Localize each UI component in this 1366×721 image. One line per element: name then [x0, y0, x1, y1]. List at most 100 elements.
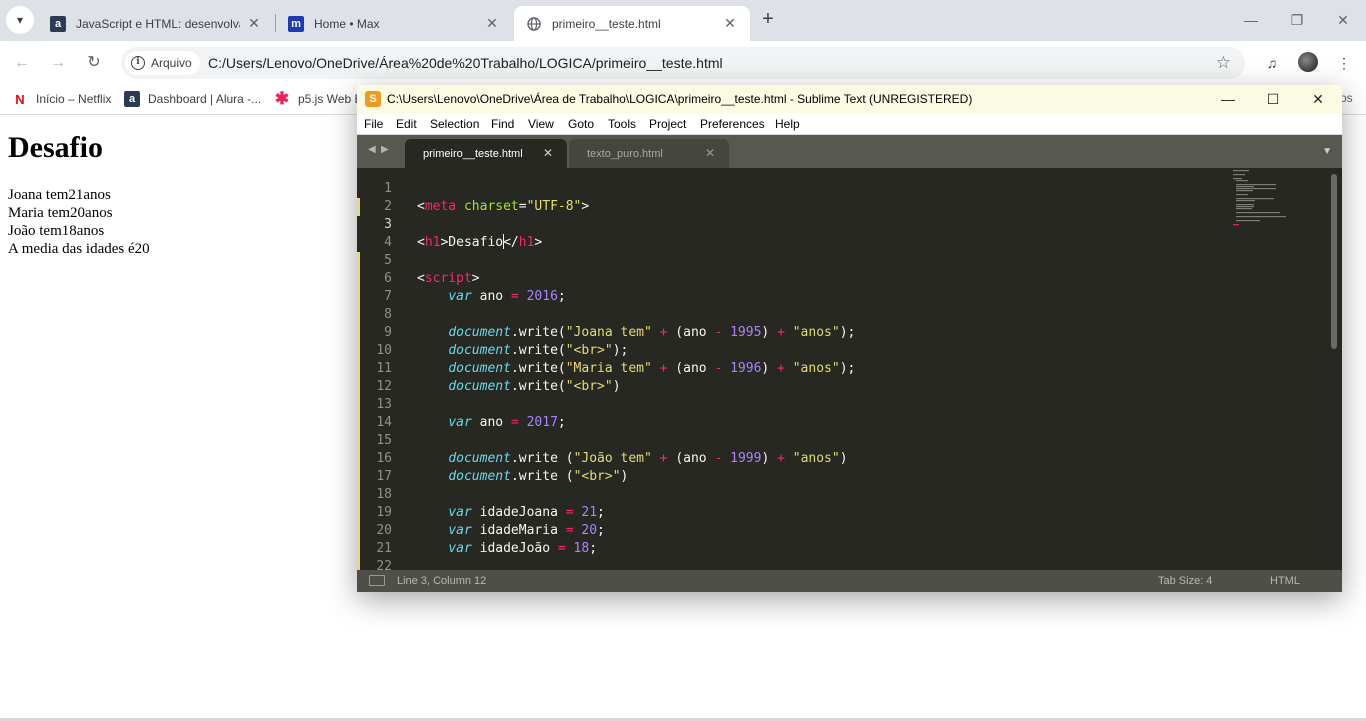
bookmark-p5js[interactable]: ✱ p5.js Web E [274, 89, 363, 108]
code-line: 11 document.write("<br>") [357, 342, 1227, 394]
page-heading: Desafio [8, 131, 103, 164]
alura-icon: a [124, 91, 140, 107]
globe-icon [526, 16, 542, 32]
code-line: 7 [357, 270, 1227, 304]
syntax-indicator[interactable]: HTML [1270, 575, 1300, 587]
code-line: 15 document.write ("João tem" + (ano - 1… [357, 414, 1227, 466]
max-favicon-icon: m [288, 15, 304, 32]
tab-title: JavaScript e HTML: desenvolva [76, 16, 240, 31]
close-tab-icon[interactable]: ✕ [705, 146, 715, 160]
code-line: 23 [357, 558, 1227, 570]
close-window-icon[interactable]: ✕ [1308, 89, 1328, 109]
output-line: Maria tem20anos [8, 205, 113, 221]
sublime-tab-bar: ◀ ▶ primeiro__teste.html ✕ texto_puro.ht… [357, 135, 1342, 168]
code-line: 1 <meta charset="UTF-8"> [357, 168, 1227, 214]
info-icon: i [131, 56, 145, 70]
tab-size-indicator[interactable]: Tab Size: 4 [1158, 575, 1212, 587]
code-line: 5 <script> [357, 234, 1227, 286]
code-line: 20 var idadeJoão = 18; [357, 504, 1227, 556]
site-info-chip[interactable]: i Arquivo [125, 51, 200, 75]
chevron-down-icon: ▾ [16, 13, 24, 27]
code-line: 9 document.write("<br>"); [357, 306, 1227, 358]
window-title: C:\Users\Lenovo\OneDrive\Área de Trabalh… [387, 92, 973, 106]
tab-title: Home • Max [314, 16, 380, 31]
p5js-asterisk-icon: ✱ [274, 89, 290, 108]
code-line: 19 var idadeMaria = 20; [357, 486, 1227, 538]
tab-home-max[interactable]: m Home • Max ✕ [276, 6, 512, 41]
minimize-window-icon[interactable]: — [1236, 8, 1266, 32]
menu-selection[interactable]: Selection [430, 117, 479, 131]
close-tab-icon[interactable]: ✕ [484, 15, 500, 32]
menu-kebab-icon[interactable]: ⋮ [1334, 53, 1354, 73]
forward-arrow-icon[interactable]: → [46, 51, 70, 75]
bookmark-netflix[interactable]: N Início – Netflix [12, 91, 111, 107]
address-bar[interactable]: i Arquivo C:/Users/Lenovo/OneDrive/Área%… [121, 47, 1245, 79]
tab-scroll-left-icon[interactable]: ◀ [368, 144, 376, 155]
profile-avatar[interactable] [1298, 52, 1318, 72]
menu-edit[interactable]: Edit [396, 117, 417, 131]
media-control-icon[interactable]: ♫ [1262, 53, 1282, 73]
close-tab-icon[interactable]: ✕ [543, 146, 553, 160]
menu-help[interactable]: Help [775, 117, 800, 131]
code-line: 6 var ano = 2016; [357, 252, 1227, 304]
tab-list-dropdown-icon[interactable]: ▼ [1322, 146, 1332, 157]
minimap[interactable] [1231, 168, 1331, 248]
restore-window-icon[interactable]: ❐ [1282, 8, 1312, 32]
code-line: 16 document.write ("<br>") [357, 432, 1227, 484]
code-editor[interactable]: 1 <meta charset="UTF-8"> 2 3 <h1>Desafio… [357, 168, 1342, 570]
browser-toolbar: ← → ↻ i Arquivo C:/Users/Lenovo/OneDrive… [0, 41, 1366, 85]
maximize-window-icon[interactable]: ☐ [1263, 89, 1283, 109]
sublime-logo-icon: S [365, 91, 381, 107]
url-text[interactable]: C:/Users/Lenovo/OneDrive/Área%20de%20Tra… [208, 55, 723, 71]
code-line: 18 var idadeJoana = 21; [357, 468, 1227, 520]
bookmark-star-icon[interactable]: ☆ [1216, 53, 1231, 73]
editor-tab-primeiro-teste[interactable]: primeiro__teste.html ✕ [405, 139, 567, 168]
sublime-menu-bar: File Edit Selection Find View Goto Tools… [357, 113, 1342, 135]
menu-find[interactable]: Find [491, 117, 514, 131]
close-tab-icon[interactable]: ✕ [246, 15, 262, 32]
tab-title: primeiro__teste.html [552, 16, 661, 31]
output-line: A media das idades é20 [8, 241, 150, 257]
tab-scroll-right-icon[interactable]: ▶ [381, 144, 389, 155]
new-tab-button[interactable]: + [757, 9, 779, 31]
code-line: 17 [357, 450, 1227, 484]
menu-preferences[interactable]: Preferences [700, 117, 765, 131]
bookmark-label: p5.js Web E [298, 92, 363, 106]
code-line: 21 [357, 522, 1227, 556]
menu-file[interactable]: File [364, 117, 383, 131]
editor-tab-label: primeiro__teste.html [423, 147, 523, 160]
sublime-text-window: S C:\Users\Lenovo\OneDrive\Área de Traba… [357, 85, 1342, 592]
vertical-scrollbar[interactable] [1331, 174, 1337, 349]
reload-icon[interactable]: ↻ [82, 51, 106, 75]
menu-project[interactable]: Project [649, 117, 686, 131]
code-line: 10 document.write("Maria tem" + (ano - 1… [357, 324, 1227, 376]
panel-toggle-icon[interactable] [369, 575, 385, 586]
menu-view[interactable]: View [528, 117, 554, 131]
sublime-title-bar[interactable]: S C:\Users\Lenovo\OneDrive\Área de Traba… [357, 85, 1342, 113]
bookmark-label: Dashboard | Alura -... [148, 92, 262, 106]
back-arrow-icon[interactable]: ← [10, 51, 34, 75]
tab-javascript-html[interactable]: a JavaScript e HTML: desenvolva ✕ [38, 6, 274, 41]
editor-tab-texto-puro[interactable]: texto_puro.html ✕ [569, 139, 729, 168]
code-line: 13 var ano = 2017; [357, 378, 1227, 430]
code-line: 8 document.write("Joana tem" + (ano - 19… [357, 288, 1227, 340]
browser-tab-strip: ▾ a JavaScript e HTML: desenvolva ✕ m Ho… [0, 0, 1366, 41]
menu-goto[interactable]: Goto [568, 117, 594, 131]
code-line: 2 [357, 180, 1227, 214]
minimize-window-icon[interactable]: — [1218, 89, 1238, 109]
sublime-status-bar: Line 3, Column 12 Tab Size: 4 HTML [357, 570, 1342, 592]
bookmark-label: Início – Netflix [36, 92, 112, 106]
close-window-icon[interactable]: ✕ [1328, 8, 1358, 32]
code-line: 12 [357, 360, 1227, 394]
tab-search-button[interactable]: ▾ [6, 6, 34, 34]
output-line: João tem18anos [8, 223, 105, 239]
code-line: 3 <h1>Desafio</h1> [357, 198, 1227, 250]
menu-tools[interactable]: Tools [608, 117, 636, 131]
output-line: Joana tem21anos [8, 187, 111, 203]
tab-primeiro-teste[interactable]: primeiro__teste.html ✕ [514, 6, 750, 41]
bookmark-alura[interactable]: a Dashboard | Alura -... [124, 91, 261, 107]
code-line: 4 [357, 216, 1227, 250]
close-tab-icon[interactable]: ✕ [722, 15, 738, 32]
editor-tab-label: texto_puro.html [587, 147, 663, 160]
netflix-icon: N [15, 91, 25, 107]
